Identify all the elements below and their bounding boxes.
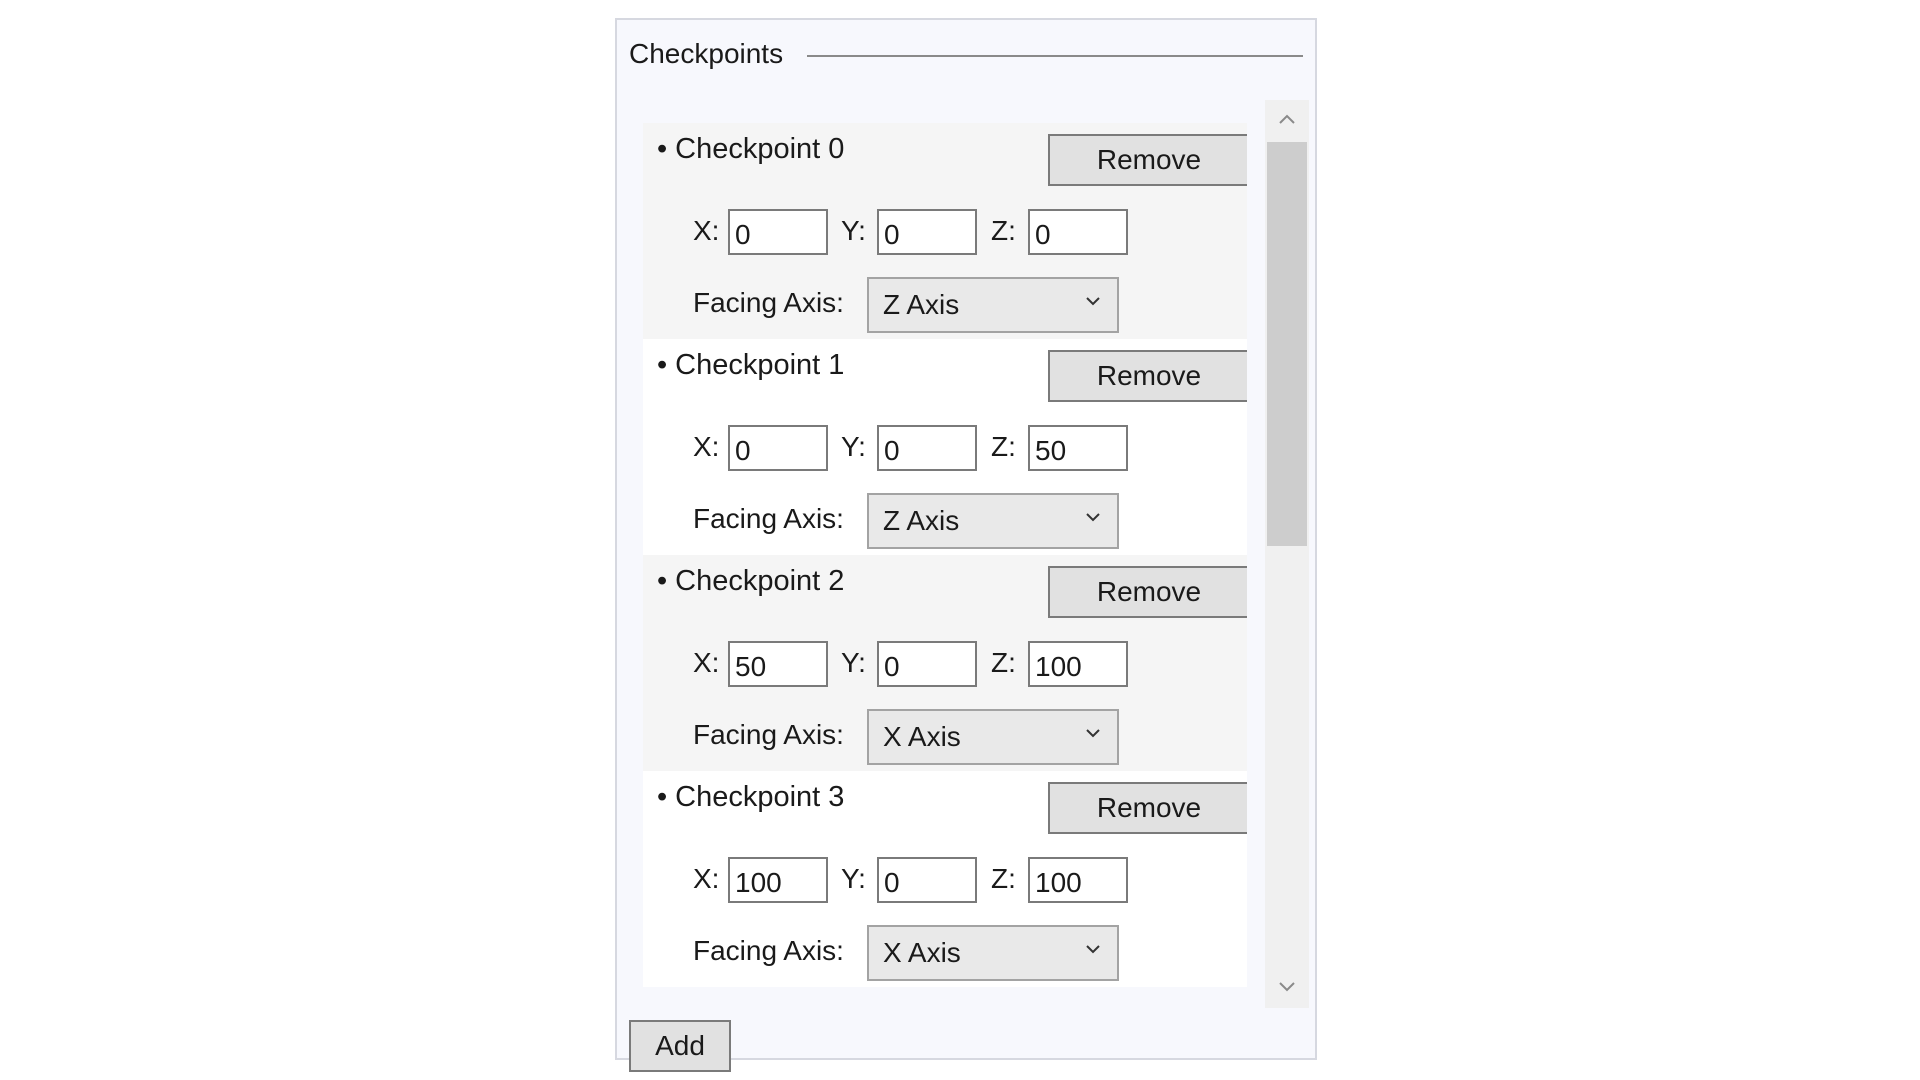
checkpoint-name: Checkpoint 2 [675,565,845,597]
coordinate-row: X: Y: Z: [643,857,1247,903]
z-label: Z: [991,431,1016,462]
y-label: Y: [841,863,866,894]
checkpoint-title: • Checkpoint 1 [657,349,844,382]
group-divider-line [807,55,1303,57]
checkpoint-title: • Checkpoint 3 [657,781,844,814]
chevron-up-icon [1279,114,1295,124]
z-input[interactable] [1028,857,1128,903]
z-label: Z: [991,863,1016,894]
remove-button[interactable]: Remove [1048,566,1247,618]
checkpoint-name: Checkpoint 3 [675,781,845,813]
y-input[interactable] [877,641,977,687]
bullet-glyph: • [657,565,668,597]
facing-axis-value: X Axis [883,721,961,752]
facing-axis-value: Z Axis [883,505,960,536]
checkpoint-title: • Checkpoint 0 [657,133,844,166]
chevron-down-icon [1086,297,1100,306]
chevron-down-icon [1279,982,1295,992]
checkpoint-item: •Checkpoint 0 Remove X: Y: Z: Facing Axi… [643,123,1247,339]
checkpoint-name: Checkpoint 1 [675,349,845,381]
y-label: Y: [841,215,866,246]
facing-axis-value: X Axis [883,937,961,968]
remove-button[interactable]: Remove [1048,350,1247,402]
remove-button[interactable]: Remove [1048,782,1247,834]
scroll-up-button[interactable] [1265,100,1309,140]
chevron-down-icon [1086,945,1100,954]
coordinate-row: X: Y: Z: [643,425,1247,471]
facing-axis-select[interactable]: X Axis [867,925,1119,981]
facing-axis-label: Facing Axis: [693,287,844,318]
z-input[interactable] [1028,209,1128,255]
x-input[interactable] [728,641,828,687]
facing-axis-label: Facing Axis: [693,503,844,534]
checkpoint-list[interactable]: •Checkpoint 0 Remove X: Y: Z: Facing Axi… [643,123,1247,1003]
facing-axis-select[interactable]: Z Axis [867,493,1119,549]
x-input[interactable] [728,857,828,903]
vertical-scrollbar[interactable] [1265,100,1309,1008]
y-input[interactable] [877,425,977,471]
x-label: X: [693,431,720,462]
bullet-glyph: • [657,781,668,813]
facing-axis-select[interactable]: Z Axis [867,277,1119,333]
group-title: Checkpoints [629,38,784,69]
checkpoint-name: Checkpoint 0 [675,133,845,165]
scroll-thumb[interactable] [1267,142,1307,546]
x-label: X: [693,647,720,678]
facing-axis-select[interactable]: X Axis [867,709,1119,765]
z-label: Z: [991,215,1016,246]
z-input[interactable] [1028,425,1128,471]
checkpoint-item: •Checkpoint 2 Remove X: Y: Z: Facing Axi… [643,555,1247,771]
z-input[interactable] [1028,641,1128,687]
y-input[interactable] [877,857,977,903]
checkpoint-item: •Checkpoint 1 Remove X: Y: Z: Facing Axi… [643,339,1247,555]
coordinate-row: X: Y: Z: [643,641,1247,687]
bullet-glyph: • [657,133,668,165]
checkpoint-item: •Checkpoint 3 Remove X: Y: Z: Facing Axi… [643,771,1247,987]
bullet-glyph: • [657,349,668,381]
z-label: Z: [991,647,1016,678]
add-button[interactable]: Add [629,1020,731,1072]
x-input[interactable] [728,425,828,471]
facing-axis-value: Z Axis [883,289,960,320]
checkpoints-panel: Checkpoints •Checkpoint 0 Remove X: Y: Z… [615,18,1317,1072]
coordinate-row: X: Y: Z: [643,209,1247,255]
facing-axis-label: Facing Axis: [693,719,844,750]
y-label: Y: [841,431,866,462]
chevron-down-icon [1086,729,1100,738]
x-label: X: [693,863,720,894]
remove-button[interactable]: Remove [1048,134,1247,186]
chevron-down-icon [1086,513,1100,522]
facing-axis-label: Facing Axis: [693,935,844,966]
group-header: Checkpoints [629,34,1303,74]
x-label: X: [693,215,720,246]
scroll-down-button[interactable] [1265,966,1309,1006]
checkpoint-title: • Checkpoint 2 [657,565,844,598]
y-label: Y: [841,647,866,678]
y-input[interactable] [877,209,977,255]
x-input[interactable] [728,209,828,255]
